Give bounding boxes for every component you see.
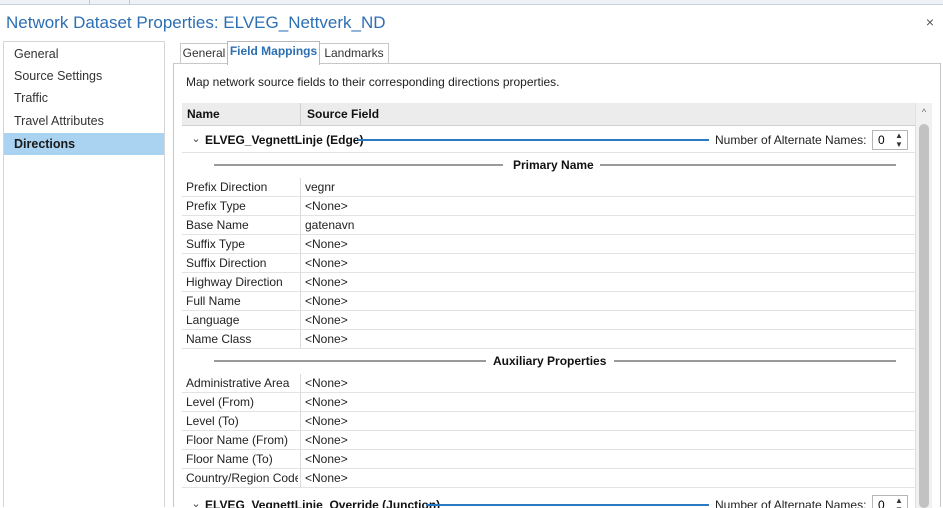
table-row: Language <None> xyxy=(182,311,915,330)
field-mapping-grid: Name Source Field ⌄ ELVEG_VegnettLinje (… xyxy=(182,103,915,508)
alternate-names-stepper[interactable]: 0 ▲ ▼ xyxy=(872,130,908,150)
property-name: Prefix Type xyxy=(186,199,246,213)
table-row: Base Name gatenavn xyxy=(182,216,915,235)
table-row: Level (To) <None> xyxy=(182,412,915,431)
source-field-cell[interactable]: <None> xyxy=(300,311,915,329)
close-icon[interactable]: × xyxy=(923,14,937,30)
table-row: Prefix Type <None> xyxy=(182,197,915,216)
table-row: Level (From) <None> xyxy=(182,393,915,412)
source-field-cell[interactable]: <None> xyxy=(300,374,915,392)
source-field-cell[interactable]: <None> xyxy=(300,197,915,215)
alternate-names-label: Number of Alternate Names: xyxy=(715,133,867,147)
grid-header: Name Source Field xyxy=(182,103,915,126)
table-row: Full Name <None> xyxy=(182,292,915,311)
property-name: Floor Name (To) xyxy=(186,452,273,466)
property-name: Suffix Direction xyxy=(186,256,267,270)
alternate-names-value[interactable]: 0 xyxy=(878,496,885,508)
sidebar: General Source Settings Traffic Travel A… xyxy=(3,41,165,507)
tab-landmarks[interactable]: Landmarks xyxy=(319,43,389,64)
source-field-cell[interactable]: gatenavn xyxy=(300,216,915,234)
scrollbar-thumb[interactable] xyxy=(919,124,929,508)
source-field-cell[interactable]: <None> xyxy=(300,393,915,411)
source-field-cell[interactable]: <None> xyxy=(300,273,915,291)
property-name: Full Name xyxy=(186,294,241,308)
vertical-scrollbar[interactable]: ^ xyxy=(915,103,932,508)
source-name: ELVEG_VegnettLinje (Edge) xyxy=(205,133,364,147)
property-name: Level (To) xyxy=(186,414,239,428)
source-row: ⌄ ELVEG_VegnettLinje_Override (Junction)… xyxy=(182,492,915,508)
property-name: Country/Region Code xyxy=(186,471,298,485)
table-row: Suffix Type <None> xyxy=(182,235,915,254)
sidebar-item-traffic[interactable]: Traffic xyxy=(4,87,164,109)
sidebar-item-general[interactable]: General xyxy=(4,43,164,65)
source-divider-line xyxy=(358,139,709,141)
scroll-up-arrow-icon[interactable]: ^ xyxy=(916,103,932,121)
source-field-cell[interactable]: <None> xyxy=(300,235,915,253)
section-line xyxy=(600,164,896,166)
content-area: General Field Mappings Landmarks Map net… xyxy=(170,41,943,508)
table-row: Administrative Area <None> xyxy=(182,374,915,393)
property-name: Floor Name (From) xyxy=(186,433,289,447)
dialog-titlebar: Network Dataset Properties: ELVEG_Nettve… xyxy=(0,5,943,39)
source-name: ELVEG_VegnettLinje_Override (Junction) xyxy=(205,498,441,508)
alternate-names-stepper[interactable]: 0 ▲ ▼ xyxy=(872,495,908,508)
section-line xyxy=(214,360,486,362)
source-field-cell[interactable]: vegnr xyxy=(300,178,915,196)
sidebar-item-source-settings[interactable]: Source Settings xyxy=(4,65,164,87)
chevron-down-icon[interactable]: ⌄ xyxy=(190,132,202,146)
table-row: Floor Name (From) <None> xyxy=(182,431,915,450)
field-mappings-panel: Map network source fields to their corre… xyxy=(173,63,941,508)
property-name: Name Class xyxy=(186,332,252,346)
tab-general[interactable]: General xyxy=(180,43,228,64)
table-row: Highway Direction <None> xyxy=(182,273,915,292)
column-divider xyxy=(300,103,301,126)
property-name: Language xyxy=(186,313,240,327)
table-row: Name Class <None> xyxy=(182,330,915,349)
source-field-cell[interactable]: <None> xyxy=(300,330,915,348)
source-field-cell[interactable]: <None> xyxy=(300,254,915,272)
source-field-cell[interactable]: <None> xyxy=(300,450,915,468)
panel-description: Map network source fields to their corre… xyxy=(186,75,560,89)
property-name: Prefix Direction xyxy=(186,180,268,194)
property-name: Suffix Type xyxy=(186,237,245,251)
section-header: Auxiliary Properties xyxy=(182,351,915,371)
property-name: Administrative Area xyxy=(186,376,290,390)
section-line xyxy=(614,360,896,362)
dialog-title: Network Dataset Properties: ELVEG_Nettve… xyxy=(6,13,386,32)
alternate-names-label: Number of Alternate Names: xyxy=(715,498,867,508)
property-name: Level (From) xyxy=(186,395,255,409)
source-row: ⌄ ELVEG_VegnettLinje (Edge) Number of Al… xyxy=(182,127,915,153)
column-header-source-field[interactable]: Source Field xyxy=(307,103,379,126)
tab-field-mappings[interactable]: Field Mappings xyxy=(227,41,320,65)
alternate-names-value[interactable]: 0 xyxy=(878,131,885,149)
section-title: Auxiliary Properties xyxy=(493,354,607,368)
spin-up-icon[interactable]: ▲ xyxy=(894,497,904,505)
chevron-down-icon[interactable]: ⌄ xyxy=(190,497,202,508)
spin-down-icon[interactable]: ▼ xyxy=(894,141,904,149)
property-name: Highway Direction xyxy=(186,275,283,289)
sidebar-item-directions[interactable]: Directions xyxy=(4,133,164,155)
section-title: Primary Name xyxy=(513,158,594,172)
table-row: Floor Name (To) <None> xyxy=(182,450,915,469)
column-header-name[interactable]: Name xyxy=(187,103,220,126)
section-header: Primary Name xyxy=(182,155,915,175)
section-line xyxy=(214,164,503,166)
table-row: Suffix Direction <None> xyxy=(182,254,915,273)
source-field-cell[interactable]: <None> xyxy=(300,292,915,310)
table-row: Prefix Direction vegnr xyxy=(182,178,915,197)
source-field-cell[interactable]: <None> xyxy=(300,412,915,430)
spin-up-icon[interactable]: ▲ xyxy=(894,132,904,140)
source-field-cell[interactable]: <None> xyxy=(300,469,915,487)
sidebar-item-travel-attributes[interactable]: Travel Attributes xyxy=(4,110,164,132)
source-field-cell[interactable]: <None> xyxy=(300,431,915,449)
source-divider-line xyxy=(426,504,709,506)
table-row: Country/Region Code <None> xyxy=(182,469,915,488)
property-name: Base Name xyxy=(186,218,249,232)
